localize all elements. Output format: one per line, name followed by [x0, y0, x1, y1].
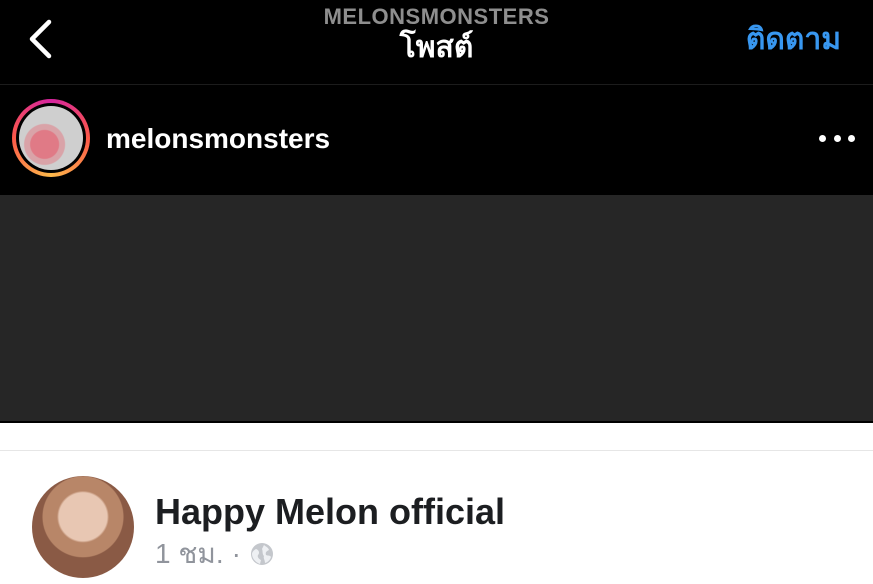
post-header: melonsmonsters — [0, 85, 873, 195]
divider — [0, 450, 873, 451]
meta-separator: · — [231, 538, 241, 569]
page-title: โพสต์ — [399, 31, 474, 64]
top-nav-bar: MELONSMONSTERS โพสต์ ติดตาม — [0, 0, 873, 85]
follow-button[interactable]: ติดตาม — [746, 20, 841, 60]
post-meta: 1 ชม. · — [155, 538, 275, 570]
post-username[interactable]: melonsmonsters — [106, 123, 330, 155]
page-name[interactable]: Happy Melon official — [155, 492, 505, 532]
more-dots-icon — [848, 134, 855, 142]
facebook-post-header: Happy Melon official 1 ชม. · — [0, 436, 873, 584]
more-dots-icon — [819, 134, 826, 142]
account-name-subtitle: MELONSMONSTERS — [323, 4, 550, 29]
back-chevron-icon — [29, 19, 52, 59]
avatar — [16, 103, 86, 173]
page-avatar[interactable] — [32, 476, 134, 578]
instagram-post-screen: MELONSMONSTERS โพสต์ ติดตาม melonsmonste… — [0, 0, 873, 423]
header-titles: MELONSMONSTERS โพสต์ — [0, 4, 873, 66]
globe-icon[interactable] — [249, 541, 275, 567]
back-button[interactable] — [20, 14, 60, 64]
more-dots-icon — [833, 134, 841, 142]
post-media[interactable] — [0, 195, 873, 421]
story-ring[interactable] — [12, 99, 90, 177]
avatar-image — [19, 106, 83, 170]
more-options-button[interactable] — [819, 123, 855, 153]
post-time[interactable]: 1 ชม. — [155, 538, 224, 570]
